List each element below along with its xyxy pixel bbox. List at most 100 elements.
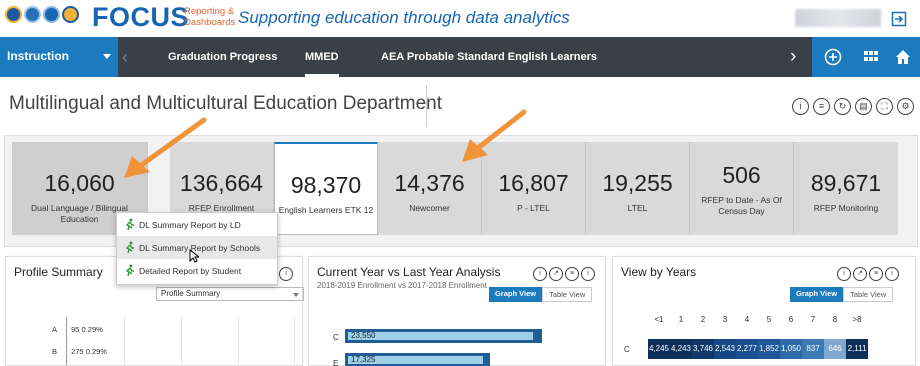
panel-toolbar: i ↗ ≡ i <box>837 267 899 281</box>
kpi-value: 98,370 <box>290 172 362 198</box>
profile-select-value: Profile Summary <box>161 289 221 298</box>
kpi-card-rfep-monitoring[interactable]: 89,671 RFEP Monitoring <box>794 142 898 235</box>
heatmap-cell[interactable]: 2,543 <box>714 339 736 359</box>
fullscreen-icon[interactable]: ⛶ <box>876 98 893 115</box>
category-select-label: Instruction <box>7 49 69 63</box>
refresh-icon[interactable]: ↻ <box>834 98 851 115</box>
filter-icon[interactable]: ≡ <box>869 267 883 281</box>
report-run-icon <box>125 264 134 276</box>
info-icon[interactable]: i <box>279 267 293 281</box>
row-percent: 0.29% <box>81 325 103 334</box>
kpi-label: P - LTEL <box>517 203 550 213</box>
kpi-card-english-learners[interactable]: 98,370 English Learners ETK 12 <box>274 142 378 235</box>
info-icon[interactable]: i <box>533 267 547 281</box>
graph-view-button[interactable]: Graph View <box>790 287 844 302</box>
panel-title: Current Year vs Last Year Analysis <box>317 265 501 279</box>
bar[interactable]: 23,550 <box>345 329 542 343</box>
info-icon[interactable]: i <box>885 267 899 281</box>
row-count: 275 <box>71 347 84 356</box>
district-logos <box>5 6 79 23</box>
kpi-label: LTEL <box>627 203 648 213</box>
divider <box>426 85 427 127</box>
kpi-card-ltel[interactable]: 19,255 LTEL <box>586 142 690 235</box>
seal-logo <box>43 6 60 23</box>
heatmap-column-header: >8 <box>852 315 862 324</box>
heatmap-column-header: 4 <box>744 315 750 324</box>
panel-toolbar: i ↗ ≡ i <box>533 267 595 281</box>
gridline <box>124 317 125 365</box>
view-toggle: Graph View Table View <box>790 287 894 302</box>
row-category: A <box>51 325 57 334</box>
gridline <box>294 317 295 365</box>
dashboard-nav: Instruction ‹ Graduation Progress MMED A… <box>0 37 920 77</box>
settings-icon[interactable]: ⚙ <box>897 98 914 115</box>
heatmap-column-header: 1 <box>678 315 684 324</box>
bar-category: C <box>333 333 339 342</box>
heatmap-cell[interactable]: 3,746 <box>692 339 714 359</box>
menu-item-label: DL Summary Report by LD <box>139 220 241 230</box>
panel-current-vs-last-year: Current Year vs Last Year Analysis 2018-… <box>308 256 606 366</box>
info-icon[interactable]: i <box>837 267 851 281</box>
kpi-value: 136,664 <box>179 170 264 196</box>
kpi-card-rfep-to-date[interactable]: 506 RFEP to Date - As Of Census Day <box>690 142 794 235</box>
mouse-cursor-icon <box>189 249 199 263</box>
nav-actions <box>812 37 920 77</box>
row-category: B <box>51 347 57 356</box>
home-icon[interactable] <box>894 48 912 66</box>
kpi-value: 506 <box>722 162 761 188</box>
heatmap-cell[interactable]: 1,852 <box>758 339 780 359</box>
tab-graduation-progress[interactable]: Graduation Progress <box>168 37 277 77</box>
panel-toolbar: i <box>279 267 293 281</box>
logout-icon[interactable] <box>891 11 907 27</box>
heatmap-cell[interactable]: 646 <box>824 339 846 359</box>
seal-logo <box>62 6 79 23</box>
menu-item-label: DL Summary Report by Schools <box>139 243 261 253</box>
bar[interactable]: 17,325 <box>345 353 490 366</box>
expand-icon[interactable]: ↗ <box>853 267 867 281</box>
bar-category: E <box>333 359 339 366</box>
kpi-label: RFEP Monitoring <box>813 203 879 213</box>
heatmap-cell[interactable]: 1,050 <box>780 339 802 359</box>
profile-select[interactable]: Profile Summary <box>156 287 304 301</box>
kpi-card-newcomer[interactable]: 14,376 Newcomer <box>378 142 482 235</box>
print-icon[interactable]: ▤ <box>855 98 872 115</box>
view-toggle: Graph View Table View <box>489 287 593 302</box>
user-name-redacted <box>795 9 881 27</box>
chevron-left-icon[interactable]: ‹ <box>122 47 128 68</box>
kpi-card-p-ltel[interactable]: 16,807 P - LTEL <box>482 142 586 235</box>
report-run-icon <box>125 241 134 253</box>
info-icon[interactable]: i <box>581 267 595 281</box>
tab-mmed[interactable]: MMED <box>305 37 339 77</box>
heatmap-cell[interactable]: 2,277 <box>736 339 758 359</box>
page-toolbar: i ≡ ↻ ▤ ⛶ ⚙ <box>792 98 914 115</box>
filter-icon[interactable]: ≡ <box>813 98 830 115</box>
filter-icon[interactable]: ≡ <box>565 267 579 281</box>
heatmap-column-header: 2 <box>700 315 706 324</box>
tab-aea-probable-sel[interactable]: AEA Probable Standard English Learners <box>381 37 597 77</box>
row-percent: 0.29% <box>85 347 107 356</box>
report-run-icon <box>125 218 134 230</box>
info-icon[interactable]: i <box>792 98 809 115</box>
chevron-right-icon[interactable]: › <box>790 46 796 68</box>
kpi-label: English Learners ETK 12 <box>278 205 374 215</box>
menu-item-dl-summary-ld[interactable]: DL Summary Report by LD <box>117 213 277 236</box>
heatmap-cell[interactable]: 2,111 <box>846 339 868 359</box>
seal-logo <box>24 6 41 23</box>
table-view-button[interactable]: Table View <box>843 287 894 302</box>
grid-icon[interactable] <box>862 48 880 66</box>
heatmap-cell[interactable]: 4,243 <box>670 339 692 359</box>
heatmap-column-header: <1 <box>654 315 664 324</box>
heatmap-column-header: 3 <box>722 315 728 324</box>
kpi-label: Newcomer <box>409 203 450 213</box>
heatmap-cell[interactable]: 837 <box>802 339 824 359</box>
table-view-button[interactable]: Table View <box>542 287 593 302</box>
expand-icon[interactable]: ↗ <box>549 267 563 281</box>
seal-logo <box>5 6 22 23</box>
heatmap-column-header: 8 <box>832 315 838 324</box>
heatmap-column-header: 6 <box>788 315 794 324</box>
graph-view-button[interactable]: Graph View <box>489 287 543 302</box>
kpi-value: 16,060 <box>44 170 115 196</box>
category-select[interactable]: Instruction <box>0 37 118 77</box>
heatmap-cell[interactable]: 4,245 <box>648 339 670 359</box>
add-icon[interactable] <box>824 48 842 66</box>
